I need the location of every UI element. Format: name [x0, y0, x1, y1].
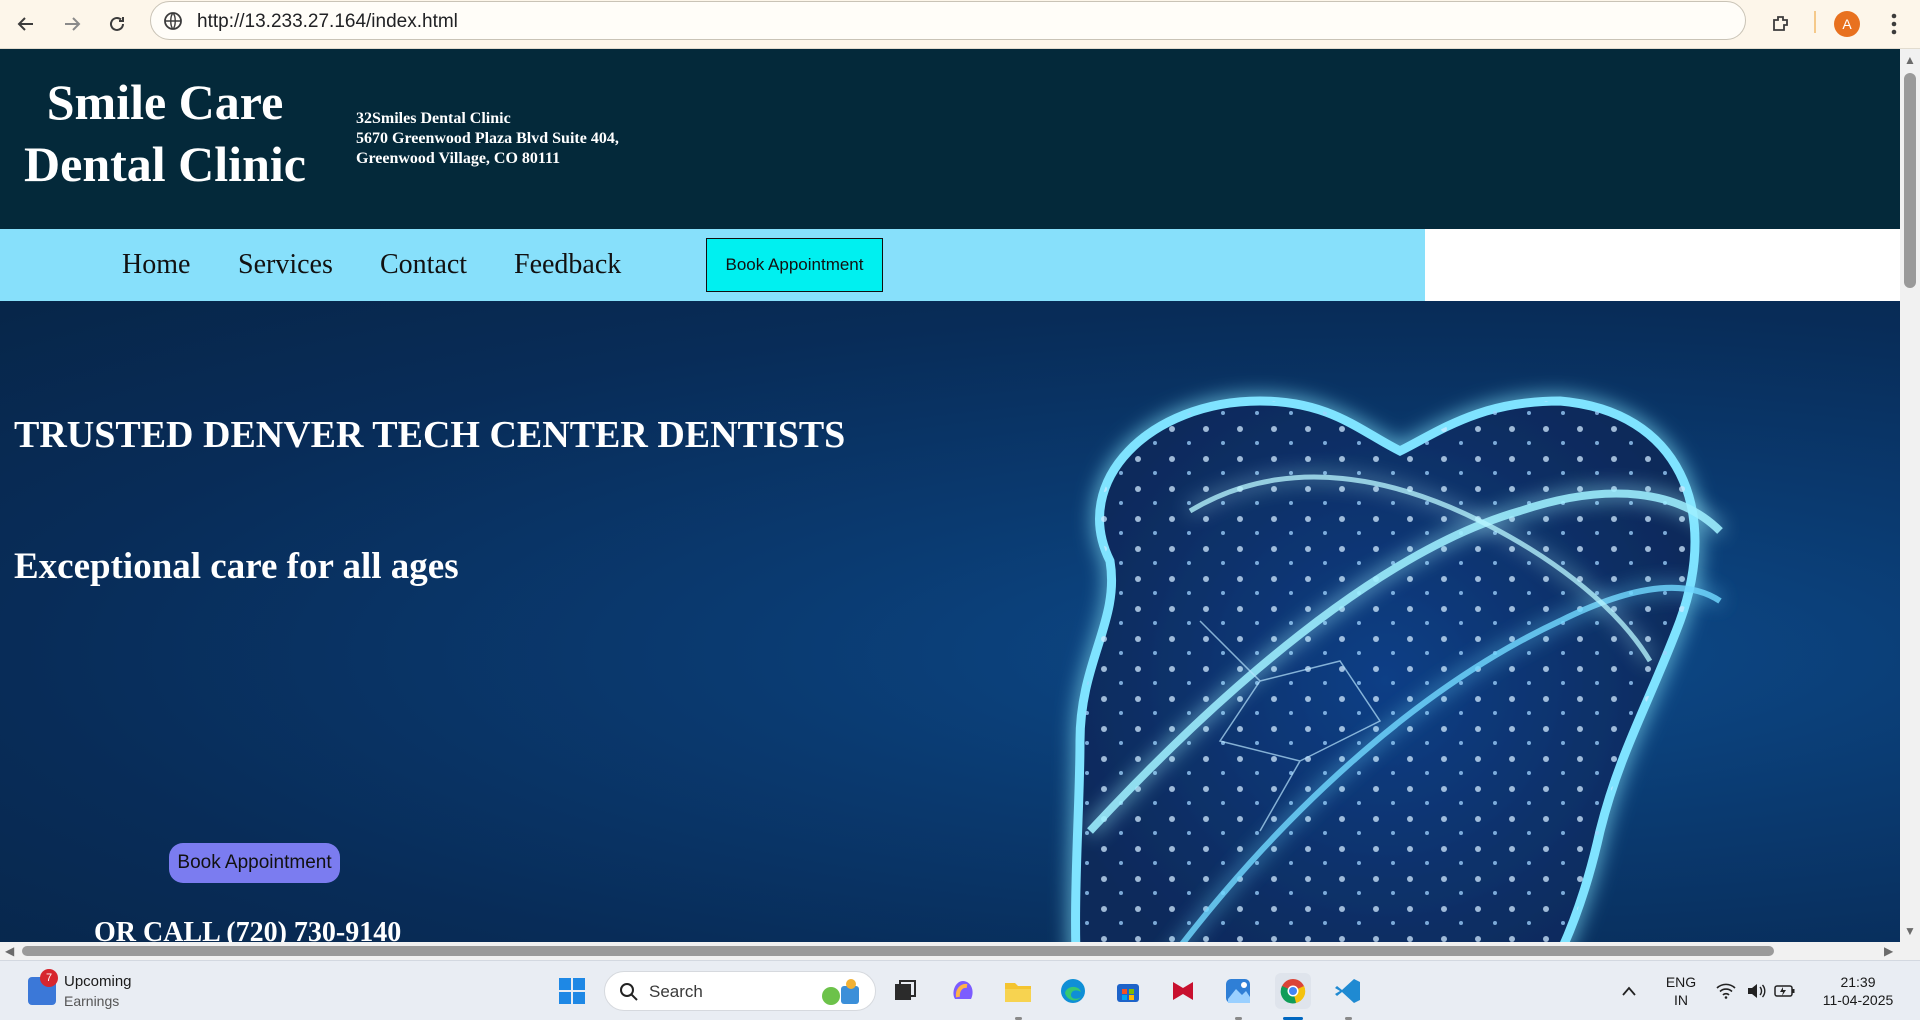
hero-banner: TRUSTED DENVER TECH CENTER DENTISTS Exce… — [0, 301, 1900, 942]
hero-book-appointment-button[interactable]: Book Appointment — [169, 843, 340, 883]
scroll-right-arrow-icon[interactable]: ▶ — [1884, 945, 1893, 957]
nav-services[interactable]: Services — [238, 249, 333, 281]
taskbar-search-box[interactable]: Search — [604, 971, 876, 1011]
site-navigation: Home Services Contact Feedback Book Appo… — [0, 229, 1425, 301]
extensions-icon[interactable] — [1763, 6, 1799, 42]
scroll-up-arrow-icon[interactable]: ▲ — [1904, 54, 1916, 66]
nav-home[interactable]: Home — [122, 249, 190, 281]
windows-taskbar: 7 Upcoming Earnings Search ENG IN 21:39 … — [0, 960, 1920, 1020]
volume-icon[interactable] — [1742, 973, 1770, 1009]
edge-icon[interactable] — [1055, 973, 1091, 1009]
search-icon — [620, 983, 638, 1001]
address-bar[interactable]: http://13.233.27.164/index.html — [150, 1, 1746, 40]
hero-subtitle: Exceptional care for all ages — [14, 546, 459, 587]
hero-title: TRUSTED DENVER TECH CENTER DENTISTS — [14, 414, 846, 456]
widget-badge: 7 — [40, 969, 58, 987]
back-arrow-icon[interactable] — [8, 6, 44, 42]
store-icon[interactable] — [1110, 973, 1146, 1009]
search-placeholder: Search — [649, 982, 703, 1001]
copilot-icon[interactable] — [945, 973, 981, 1009]
task-view-icon[interactable] — [887, 973, 923, 1009]
wifi-icon[interactable] — [1712, 973, 1740, 1009]
horizontal-scrollbar[interactable]: ◀ ▶ — [0, 942, 1920, 960]
widget-subtitle: Earnings — [64, 993, 120, 1009]
chrome-icon[interactable] — [1275, 973, 1311, 1009]
nav-contact[interactable]: Contact — [380, 249, 467, 281]
language-line-1: ENG — [1665, 974, 1697, 990]
language-indicator[interactable]: ENG IN — [1660, 973, 1702, 1009]
site-info-icon[interactable] — [163, 11, 183, 31]
chevron-up-icon[interactable] — [1614, 973, 1644, 1009]
toolbar-divider — [1814, 11, 1816, 33]
file-explorer-icon[interactable] — [1000, 973, 1036, 1009]
browser-toolbar: http://13.233.27.164/index.html A — [0, 0, 1920, 49]
reload-icon[interactable] — [99, 6, 135, 42]
nav-feedback[interactable]: Feedback — [514, 249, 621, 281]
battery-icon[interactable] — [1770, 973, 1800, 1009]
profile-initial: A — [1834, 11, 1860, 37]
clock-date: 11-04-2025 — [1822, 992, 1894, 1008]
address-line-3: Greenwood Village, CO 80111 — [356, 150, 561, 167]
address-line-2: 5670 Greenwood Plaza Blvd Suite 404, — [356, 130, 619, 147]
scroll-left-arrow-icon[interactable]: ◀ — [5, 945, 14, 957]
language-line-2: IN — [1674, 992, 1688, 1008]
url-text[interactable]: http://13.233.27.164/index.html — [197, 11, 458, 33]
forward-arrow-icon[interactable] — [54, 6, 90, 42]
vscode-icon[interactable] — [1330, 973, 1366, 1009]
widgets-button[interactable]: 7 Upcoming Earnings — [26, 969, 176, 1013]
page-viewport: Smile Care Dental Clinic 32Smiles Dental… — [0, 49, 1900, 942]
scroll-down-arrow-icon[interactable]: ▼ — [1904, 925, 1916, 937]
widget-title: Upcoming — [64, 973, 132, 990]
clinic-address: 32Smiles Dental Clinic 5670 Greenwood Pl… — [356, 109, 619, 169]
photos-icon[interactable] — [1220, 973, 1256, 1009]
mcafee-icon[interactable] — [1165, 973, 1201, 1009]
site-header: Smile Care Dental Clinic 32Smiles Dental… — [0, 49, 1900, 229]
glowing-tooth-image — [1071, 396, 1723, 942]
more-menu-icon[interactable] — [1876, 6, 1912, 42]
search-highlight-icon — [822, 979, 859, 1005]
hero-call-text: OR CALL (720) 730-9140 — [94, 917, 402, 942]
clock[interactable]: 21:39 11-04-2025 — [1808, 973, 1908, 1009]
start-icon[interactable] — [554, 973, 590, 1009]
clock-time: 21:39 — [1840, 974, 1876, 990]
nav-book-appointment-button[interactable]: Book Appointment — [706, 238, 883, 292]
vertical-scroll-thumb[interactable] — [1904, 73, 1916, 288]
profile-avatar[interactable]: A — [1829, 6, 1865, 42]
clinic-logo[interactable]: Smile Care Dental Clinic — [6, 71, 324, 195]
horizontal-scroll-thumb[interactable] — [22, 946, 1774, 956]
vertical-scrollbar[interactable]: ▲ ▼ — [1900, 49, 1920, 942]
address-line-1: 32Smiles Dental Clinic — [356, 110, 511, 127]
